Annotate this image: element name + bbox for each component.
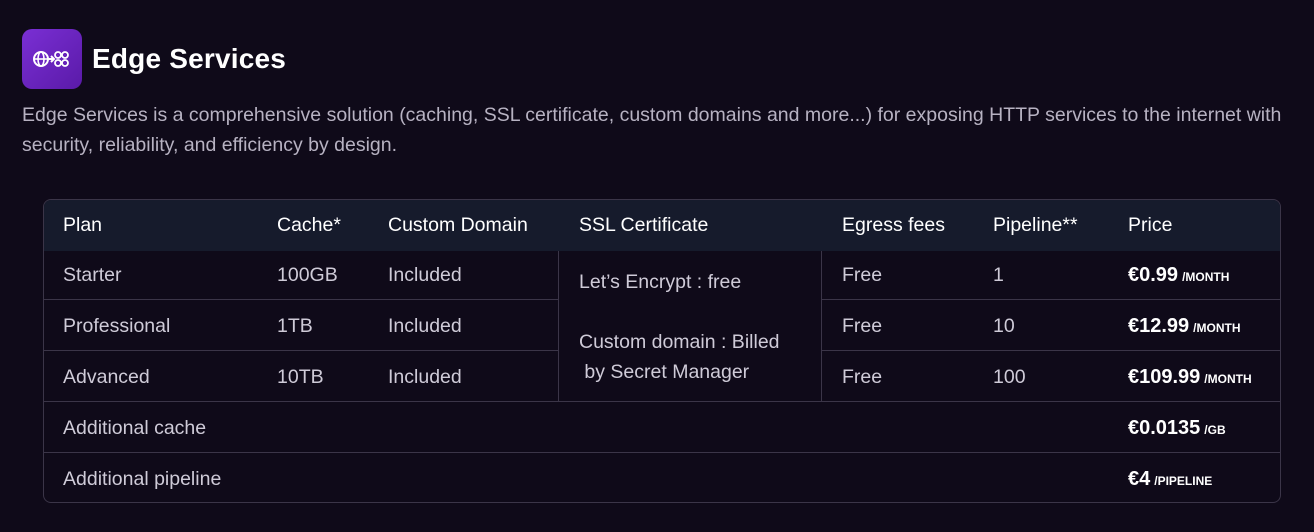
- ssl-note-line: by Secret Manager: [579, 361, 750, 383]
- table-row-plan: Advanced: [63, 366, 150, 388]
- table-row-plan: Professional: [63, 315, 171, 337]
- row-divider: [44, 350, 558, 351]
- table-row-pipeline: 1: [993, 264, 1004, 286]
- column-header-price: Price: [1128, 214, 1173, 236]
- price-value: €0.0135: [1128, 417, 1201, 439]
- row-divider: [44, 401, 1280, 402]
- ssl-certificate-note: Let’s Encrypt : free Custom domain : Bil…: [579, 267, 780, 387]
- table-row-egress: Free: [842, 264, 883, 286]
- price-value: €4: [1128, 468, 1151, 490]
- page-title: Edge Services: [92, 43, 287, 74]
- row-divider: [822, 299, 1280, 300]
- table-row-domain: Included: [388, 366, 462, 388]
- table-row-plan: Starter: [63, 264, 122, 286]
- table-row-egress: Free: [842, 315, 883, 337]
- column-header-egress: Egress fees: [842, 214, 945, 236]
- table-row-price: €12.99/MONTH: [1128, 314, 1241, 340]
- globe-arrow-grid-icon: [33, 51, 69, 67]
- table-row-pipeline: 10: [993, 315, 1015, 337]
- table-row-cache: 1TB: [277, 315, 313, 337]
- product-header: Edge Services: [22, 29, 286, 89]
- extra-row-price: €0.0135/GB: [1128, 416, 1226, 442]
- product-description: Edge Services is a comprehensive solutio…: [22, 104, 1282, 156]
- row-divider: [44, 452, 1280, 453]
- table-row-domain: Included: [388, 264, 462, 286]
- extra-row-price: €4/PIPELINE: [1128, 467, 1212, 493]
- price-value: €109.99: [1128, 366, 1201, 388]
- table-row-domain: Included: [388, 315, 462, 337]
- column-header-custom-domain: Custom Domain: [388, 214, 528, 236]
- price-unit: /MONTH: [1204, 372, 1252, 386]
- price-unit: /GB: [1204, 423, 1226, 437]
- edge-services-logo: [22, 29, 82, 89]
- column-header-pipeline: Pipeline**: [993, 214, 1078, 236]
- column-header-ssl: SSL Certificate: [579, 214, 709, 236]
- row-divider: [822, 350, 1280, 351]
- price-unit: /PIPELINE: [1154, 474, 1213, 488]
- table-row-cache: 10TB: [277, 366, 324, 388]
- column-divider: [821, 251, 822, 401]
- table-row-pipeline: 100: [993, 366, 1026, 388]
- table-row-price: €0.99/MONTH: [1128, 263, 1229, 289]
- pricing-table: Plan Cache* Custom Domain SSL Certificat…: [43, 199, 1281, 503]
- price-value: €12.99: [1128, 315, 1190, 337]
- extra-row-label: Additional pipeline: [63, 468, 222, 490]
- price-value: €0.99: [1128, 264, 1179, 286]
- extra-row-label: Additional cache: [63, 417, 207, 439]
- price-unit: /MONTH: [1193, 321, 1241, 335]
- table-row-price: €109.99/MONTH: [1128, 365, 1252, 391]
- table-row-egress: Free: [842, 366, 883, 388]
- column-divider: [558, 251, 559, 401]
- column-header-plan: Plan: [63, 214, 103, 236]
- price-unit: /MONTH: [1182, 270, 1230, 284]
- table-row-cache: 100GB: [277, 264, 338, 286]
- column-header-cache: Cache*: [277, 214, 341, 236]
- ssl-note-line: Let’s Encrypt : free: [579, 271, 742, 293]
- row-divider: [44, 299, 558, 300]
- ssl-note-line: Custom domain : Billed: [579, 331, 780, 353]
